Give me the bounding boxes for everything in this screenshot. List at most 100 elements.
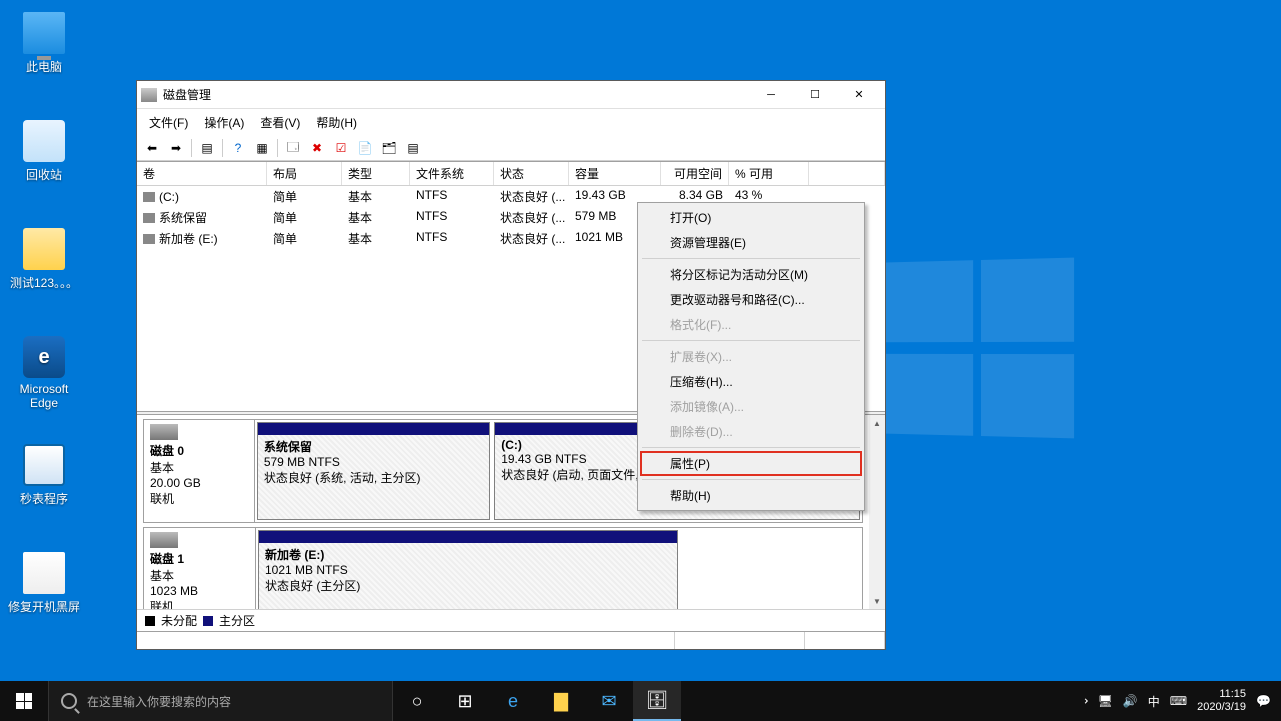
desktop-icon-this-pc[interactable]: 此电脑 (6, 12, 82, 75)
col-capacity[interactable]: 容量 (569, 162, 661, 185)
close-button[interactable]: ✕ (837, 82, 881, 108)
context-menu: 打开(O)资源管理器(E) 将分区标记为活动分区(M)更改驱动器号和路径(C)..… (637, 202, 865, 511)
partition[interactable]: 系统保留579 MB NTFS状态良好 (系统, 活动, 主分区) (257, 422, 490, 520)
system-tray: ⌃ 🖥 🔊 中 ⌨ 11:15 2020/3/19 💬 (1068, 688, 1281, 714)
col-padding (809, 162, 885, 185)
context-menu-item[interactable]: 更改驱动器号和路径(C)... (640, 287, 862, 312)
check-icon[interactable]: ☑ (330, 138, 352, 158)
clock-date: 2020/3/19 (1197, 701, 1246, 714)
disk-block: 磁盘 1基本1023 MB联机新加卷 (E:)1021 MB NTFS状态良好 … (143, 527, 863, 609)
desktop-icon-stopwatch[interactable]: 秒表程序 (6, 444, 82, 507)
menu-view[interactable]: 查看(V) (252, 111, 308, 134)
network-icon[interactable]: 🖥 (1098, 694, 1113, 708)
back-icon[interactable]: ⬅ (141, 138, 163, 158)
legend-swatch-unallocated (145, 616, 155, 626)
window-title: 磁盘管理 (163, 86, 749, 103)
mail-taskbar-icon[interactable]: ✉ (585, 681, 633, 721)
partition[interactable]: 新加卷 (E:)1021 MB NTFS状态良好 (主分区) (258, 530, 678, 609)
disk-icon (143, 213, 155, 223)
desktop-icon-label: 此电脑 (26, 60, 62, 74)
menu-separator (642, 447, 860, 448)
minimize-button[interactable]: ─ (749, 82, 793, 108)
col-filesystem[interactable]: 文件系统 (410, 162, 494, 185)
scroll-up-icon[interactable]: ▲ (869, 415, 885, 431)
search-icon (61, 693, 77, 709)
desktop-icon-label: Microsoft Edge (20, 382, 69, 410)
notifications-icon[interactable]: 💬 (1256, 694, 1271, 708)
toolbar-icon[interactable]: ▦ (251, 138, 273, 158)
taskbar-buttons: ○ ⊞ e ▇ ✉ 🗄 (393, 681, 681, 721)
context-menu-item[interactable]: 属性(P) (640, 451, 862, 476)
col-type[interactable]: 类型 (342, 162, 410, 185)
edge-taskbar-icon[interactable]: e (489, 681, 537, 721)
toolbar-icon[interactable]: 📄 (354, 138, 376, 158)
menu-file[interactable]: 文件(F) (141, 111, 196, 134)
titlebar[interactable]: 磁盘管理 ─ ☐ ✕ (137, 81, 885, 109)
explorer-taskbar-icon[interactable]: ▇ (537, 681, 585, 721)
cortana-icon[interactable]: ○ (393, 681, 441, 721)
disk-icon (143, 192, 155, 202)
statusbar (137, 631, 885, 649)
taskbar: 在这里输入你要搜索的内容 ○ ⊞ e ▇ ✉ 🗄 ⌃ 🖥 🔊 中 ⌨ 11:15… (0, 681, 1281, 721)
legend-label: 主分区 (219, 612, 255, 629)
search-box[interactable]: 在这里输入你要搜索的内容 (48, 681, 393, 721)
search-placeholder: 在这里输入你要搜索的内容 (87, 693, 231, 710)
desktop-icon-edge[interactable]: eMicrosoft Edge (6, 336, 82, 410)
menu-separator (642, 258, 860, 259)
context-menu-item: 添加镜像(A)... (640, 394, 862, 419)
menubar: 文件(F) 操作(A) 查看(V) 帮助(H) (137, 109, 885, 136)
legend-swatch-primary (203, 616, 213, 626)
desktop-icon-recycle-bin[interactable]: 回收站 (6, 120, 82, 183)
scrollbar[interactable]: ▲ ▼ (869, 415, 885, 609)
delete-icon[interactable]: ✖ (306, 138, 328, 158)
desktop-icon-label: 测试123。。。 (10, 276, 78, 290)
menu-separator (642, 479, 860, 480)
context-menu-item: 删除卷(D)... (640, 419, 862, 444)
desktop-icon-test-folder[interactable]: 测试123。。。 (6, 228, 82, 291)
context-menu-item[interactable]: 打开(O) (640, 205, 862, 230)
disk-icon (150, 424, 178, 440)
task-view-icon[interactable]: ⊞ (441, 681, 489, 721)
volume-icon[interactable]: 🔊 (1123, 694, 1138, 708)
disk-icon (143, 234, 155, 244)
legend-label: 未分配 (161, 612, 197, 629)
toolbar-icon[interactable]: ▤ (196, 138, 218, 158)
context-menu-item[interactable]: 资源管理器(E) (640, 230, 862, 255)
volume-list-header: 卷 布局 类型 文件系统 状态 容量 可用空间 % 可用 (137, 162, 885, 186)
windows-logo-bg (885, 257, 1082, 442)
toolbar-icon[interactable]: ▤ (402, 138, 424, 158)
clock[interactable]: 11:15 2020/3/19 (1197, 688, 1246, 714)
col-volume[interactable]: 卷 (137, 162, 267, 185)
col-layout[interactable]: 布局 (267, 162, 342, 185)
scroll-down-icon[interactable]: ▼ (869, 593, 885, 609)
start-button[interactable] (0, 681, 48, 721)
context-menu-item[interactable]: 压缩卷(H)... (640, 369, 862, 394)
forward-icon[interactable]: ➡ (165, 138, 187, 158)
col-status[interactable]: 状态 (494, 162, 569, 185)
col-percent[interactable]: % 可用 (729, 162, 809, 185)
desktop-icon-repair[interactable]: 修复开机黑屏 (6, 552, 82, 615)
menu-help[interactable]: 帮助(H) (308, 111, 365, 134)
toolbar-icon[interactable]: 🗔 (282, 138, 304, 158)
maximize-button[interactable]: ☐ (793, 82, 837, 108)
disk-label[interactable]: 磁盘 1基本1023 MB联机 (144, 528, 256, 609)
context-menu-item[interactable]: 将分区标记为活动分区(M) (640, 262, 862, 287)
context-menu-item: 扩展卷(X)... (640, 344, 862, 369)
col-free[interactable]: 可用空间 (661, 162, 729, 185)
legend: 未分配 主分区 (137, 609, 885, 631)
diskmgmt-taskbar-icon[interactable]: 🗄 (633, 681, 681, 721)
tray-chevron-icon[interactable]: ⌃ (1076, 696, 1090, 706)
keyboard-icon[interactable]: ⌨ (1170, 694, 1187, 708)
toolbar: ⬅ ➡ ▤ ? ▦ 🗔 ✖ ☑ 📄 🗂 ▤ (137, 136, 885, 161)
disk-label[interactable]: 磁盘 0基本20.00 GB联机 (144, 420, 255, 522)
context-menu-item: 格式化(F)... (640, 312, 862, 337)
toolbar-icon[interactable]: 🗂 (378, 138, 400, 158)
desktop-icon-label: 修复开机黑屏 (8, 600, 80, 614)
menu-action[interactable]: 操作(A) (196, 111, 252, 134)
context-menu-item[interactable]: 帮助(H) (640, 483, 862, 508)
clock-time: 11:15 (1197, 688, 1246, 701)
help-icon[interactable]: ? (227, 138, 249, 158)
ime-indicator[interactable]: 中 (1148, 693, 1160, 710)
desktop-icon-label: 秒表程序 (20, 492, 68, 506)
app-icon (141, 88, 157, 102)
